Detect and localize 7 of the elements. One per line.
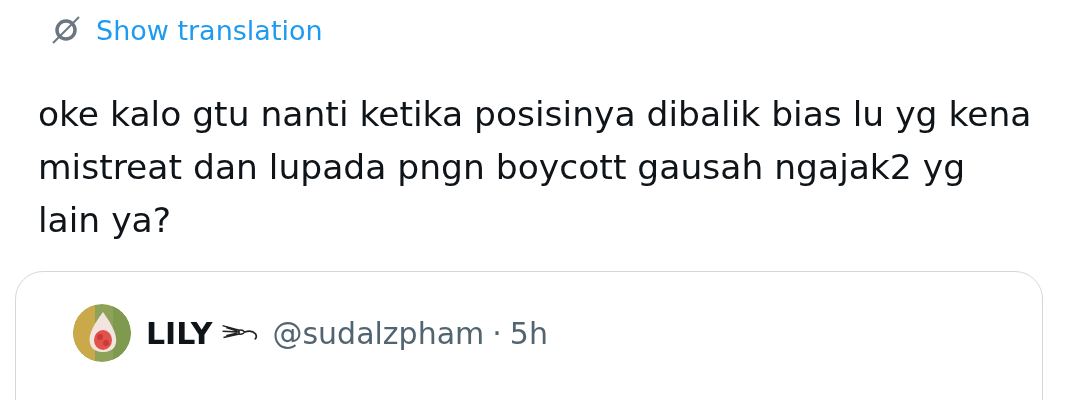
translate-icon xyxy=(50,14,82,46)
author-handle[interactable]: @sudalzpham xyxy=(272,315,485,351)
post-text: oke kalo gtu nanti ketika posisinya dibalik bias lu yg kena mistreat dan lupada pngn boycott gausah ngajak2 yg lain ya? xyxy=(38,93,1033,242)
author-name[interactable]: LILY xyxy=(146,315,213,351)
quoted-post-card[interactable]: LILY @sudalzpham · 5h xyxy=(15,271,1043,400)
post-time[interactable]: 5h xyxy=(509,315,548,351)
separator-dot: · xyxy=(492,315,502,351)
